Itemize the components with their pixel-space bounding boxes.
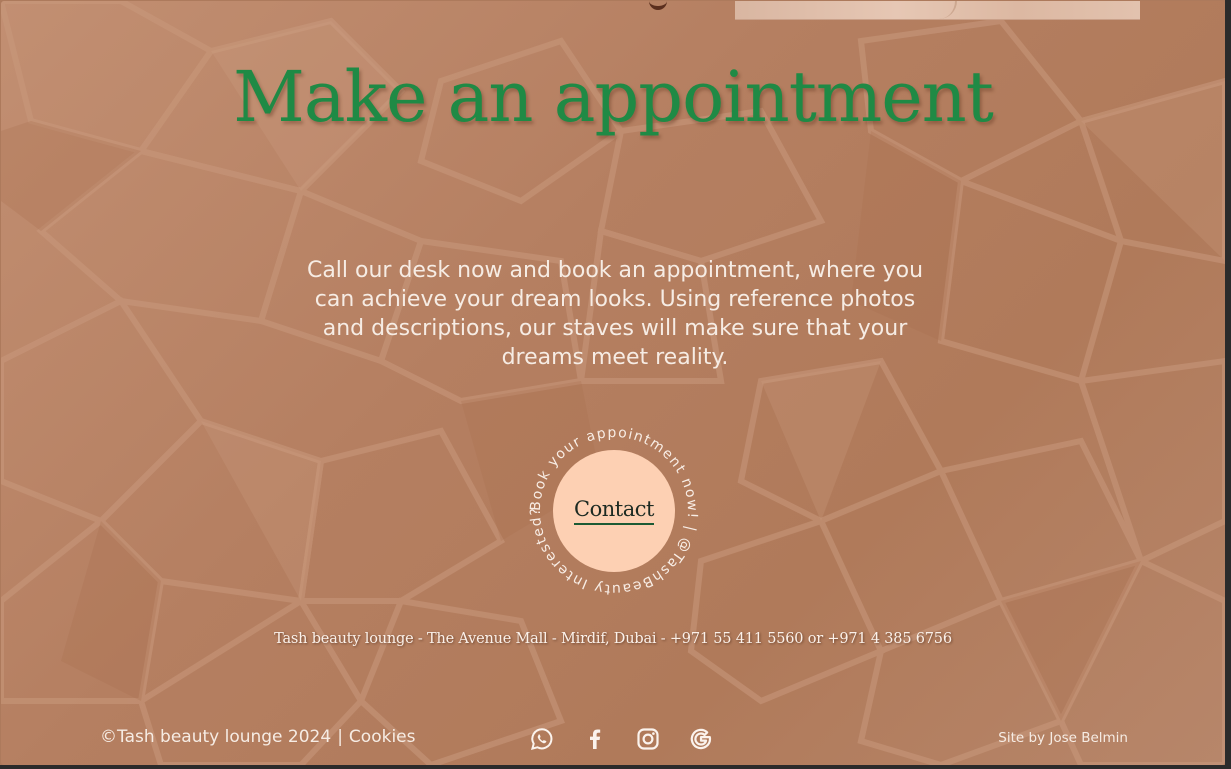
copyright-block: ©Tash beauty lounge 2024 | Cookies bbox=[100, 727, 415, 747]
google-icon bbox=[688, 726, 714, 752]
contact-button[interactable]: Contact bbox=[553, 450, 675, 572]
instagram-icon bbox=[635, 726, 661, 752]
footer-separator: | bbox=[337, 727, 343, 747]
address-line: Tash beauty lounge - The Avenue Mall - M… bbox=[274, 631, 952, 647]
hero-photo-bottom-edge bbox=[735, 1, 1140, 20]
window-edge-bottom bbox=[0, 765, 1231, 769]
window-edge-right bbox=[1225, 0, 1231, 769]
copyright-text: ©Tash beauty lounge 2024 bbox=[100, 727, 332, 747]
whatsapp-icon bbox=[529, 726, 555, 752]
page-title: Make an appointment bbox=[1, 53, 1225, 142]
whatsapp-link[interactable] bbox=[529, 726, 555, 752]
cookies-link[interactable]: Cookies bbox=[349, 727, 416, 747]
contact-badge: Book your appointment now! | @TashBeauty… bbox=[527, 424, 701, 598]
facebook-icon bbox=[582, 726, 608, 752]
instagram-link[interactable] bbox=[635, 726, 661, 752]
site-credit: Site by Jose Belmin bbox=[998, 730, 1128, 746]
google-link[interactable] bbox=[688, 726, 714, 752]
contact-button-label: Contact bbox=[574, 497, 654, 525]
page-title-text: Make an appointment bbox=[233, 56, 994, 138]
facebook-link[interactable] bbox=[582, 726, 608, 752]
appointment-description: Call our desk now and book an appointmen… bbox=[306, 258, 924, 370]
page-frame: Make an appointment Call our desk now an… bbox=[1, 1, 1225, 765]
photo-detail bbox=[895, 1, 957, 19]
social-links bbox=[529, 726, 741, 752]
footer: ©Tash beauty lounge 2024 | Cookies Site … bbox=[1, 723, 1225, 755]
